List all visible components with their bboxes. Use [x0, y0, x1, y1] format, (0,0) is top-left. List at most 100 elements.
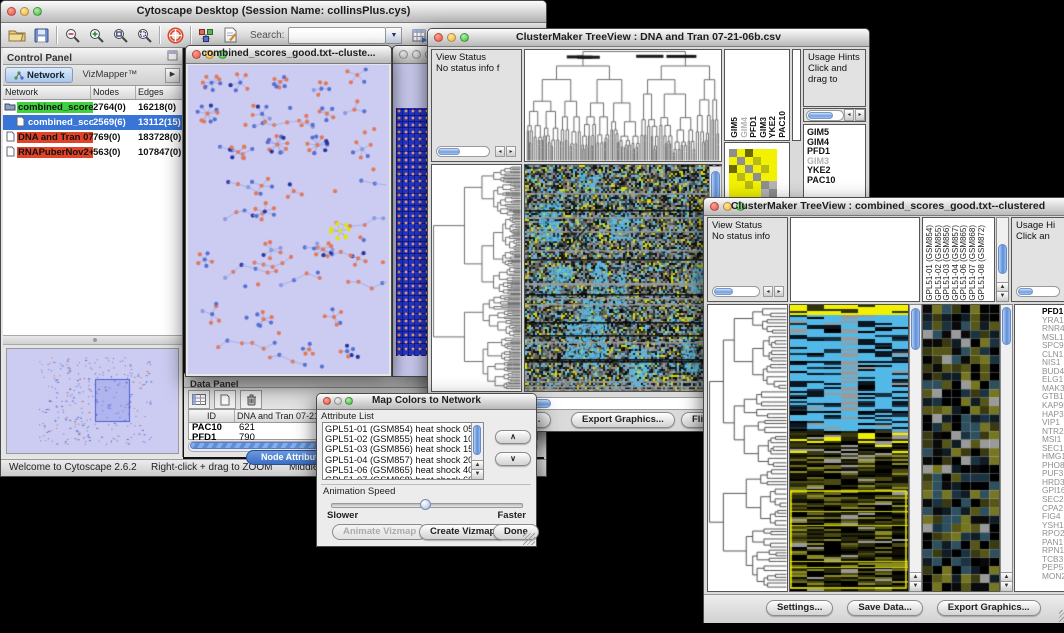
search-dropdown-button[interactable]: ▼	[386, 27, 402, 44]
column-header-nodes[interactable]: Nodes	[91, 86, 136, 99]
tv1-zoom-vscroll-track[interactable]	[792, 49, 801, 141]
network-icon	[3, 116, 27, 130]
tv2-column-dendrogram[interactable]	[790, 217, 920, 302]
animate-vizmap-button[interactable]: Animate Vizmap	[332, 524, 427, 540]
zoom-fit-button[interactable]	[108, 24, 132, 47]
annotation-icon	[223, 27, 238, 43]
tv2-labels-vscrollbar[interactable]: ▲ ▼	[996, 217, 1009, 302]
resize-grip[interactable]	[523, 533, 535, 545]
tv2-button-export-graphics-[interactable]: Export Graphics...	[937, 600, 1041, 616]
tv2-zoom-heatmap[interactable]	[922, 304, 1000, 592]
network-list: combined_scores2764(0)16218(0)combined_s…	[3, 100, 182, 160]
tv1-heatmap[interactable]	[524, 164, 722, 392]
attribute-list-item[interactable]: GPL51-02 (GSM855) heat shock 10 min	[323, 434, 471, 444]
create-attribute-button[interactable]	[214, 390, 236, 409]
network-list-empty-area	[3, 160, 182, 335]
vscroll-thumb[interactable]	[911, 308, 920, 350]
highlight-button[interactable]	[163, 24, 187, 47]
tv1-view-status-panel: View Status No status info f ◂ ▸	[431, 49, 522, 162]
tv1-column-label: GIM3	[758, 117, 768, 138]
tv1-button-export-graphics-[interactable]: Export Graphics...	[571, 412, 675, 428]
zoom-in-button[interactable]	[84, 24, 108, 47]
delete-attribute-button[interactable]	[240, 390, 262, 409]
treeview1-title-bar[interactable]: ClusterMaker TreeView : DNA and Tran 07-…	[428, 29, 869, 47]
zoom-selected-button[interactable]	[132, 24, 156, 47]
heatmap-cell	[745, 165, 753, 173]
vscroll-thumb[interactable]	[473, 425, 481, 455]
network-list-row[interactable]: combined_scores2764(0)16218(0)	[3, 100, 182, 115]
column-header-id: ID	[189, 410, 235, 422]
scroll-down-arrow[interactable]: ▼	[997, 291, 1008, 301]
tv1-column-label: PAC10	[777, 111, 787, 138]
slider-thumb[interactable]	[420, 499, 431, 510]
main-title-bar[interactable]: Cytoscape Desktop (Session Name: collins…	[1, 1, 546, 23]
tv1-zoom-heatmap[interactable]	[729, 149, 777, 197]
tv2-status-hscrollbar[interactable]	[712, 286, 760, 297]
heatmap-cell	[737, 165, 745, 173]
attribute-list-item[interactable]: GPL51-04 (GSM857) heat shock 20 min	[323, 455, 471, 465]
network-list-row[interactable]: combined_sco2569(6)13112(15)	[3, 115, 182, 130]
tab-overflow-button[interactable]: ▶	[165, 68, 180, 83]
scroll-down-arrow[interactable]: ▼	[472, 469, 483, 479]
scroll-right-arrow[interactable]: ▸	[774, 286, 784, 297]
resize-grip[interactable]	[1059, 610, 1064, 622]
tv2-row-dendrogram[interactable]	[707, 304, 788, 592]
heatmap-cell	[745, 149, 753, 157]
scroll-right-arrow[interactable]: ▸	[506, 146, 516, 157]
tv1-usage-hscrollbar[interactable]	[806, 110, 844, 121]
scroll-left-arrow[interactable]: ◂	[763, 286, 773, 297]
tab-network[interactable]: Network	[5, 67, 73, 83]
tv1-usage-title: Usage Hints	[804, 50, 865, 63]
open-file-button[interactable]	[5, 24, 29, 47]
scroll-down-arrow[interactable]: ▼	[910, 581, 921, 591]
move-up-button[interactable]: ∧	[495, 430, 531, 444]
attribute-list-item[interactable]: GPL51-01 (GSM854) heat shock 05 min	[323, 424, 471, 434]
annotation-button[interactable]	[218, 24, 242, 47]
attribute-list-item[interactable]: GPL51-07 (GSM868) heat shock 60 min	[323, 475, 471, 480]
tv2-button-settings-[interactable]: Settings...	[766, 600, 833, 616]
tv2-usage-hscrollbar[interactable]	[1016, 286, 1060, 297]
vizmapper-shortcut-button[interactable]	[194, 24, 218, 47]
attribute-select-button[interactable]	[188, 390, 210, 409]
dialog-title-bar[interactable]: Map Colors to Network	[317, 394, 536, 410]
network-title-bar[interactable]: combined_scores_good.txt--cluste...	[186, 46, 391, 64]
treeview2-title-bar[interactable]: ClusterMaker TreeView : combined_scores_…	[704, 198, 1064, 216]
trash-icon	[246, 394, 257, 406]
animation-speed-slider[interactable]	[331, 503, 523, 508]
tv1-row-dendrogram[interactable]	[431, 164, 522, 392]
column-header-edges[interactable]: Edges	[136, 86, 182, 99]
tv2-button-save-data-[interactable]: Save Data...	[847, 600, 922, 616]
heatmap-cell	[769, 173, 777, 181]
attribute-list-item[interactable]: GPL51-03 (GSM856) heat shock 15 min	[323, 444, 471, 454]
tv2-zoom-vscrollbar[interactable]: ▲ ▼	[1000, 304, 1013, 592]
scroll-right-arrow[interactable]: ▸	[855, 109, 865, 121]
tv2-heatmap[interactable]	[789, 304, 909, 592]
toolbar-separator	[159, 26, 160, 44]
float-panel-icon[interactable]	[167, 50, 178, 61]
zoom-out-button[interactable]	[60, 24, 84, 47]
network-list-row[interactable]: DNA and Tran 07769(0)183728(0)	[3, 130, 182, 145]
attribute-list-item[interactable]: GPL51-06 (GSM865) heat shock 40 min	[323, 465, 471, 475]
attribute-list[interactable]: GPL51-01 (GSM854) heat shock 05 minGPL51…	[322, 422, 484, 480]
tv1-column-dendrogram[interactable]	[524, 49, 722, 162]
heatmap-cell	[769, 165, 777, 173]
treeview2-window: ClusterMaker TreeView : combined_scores_…	[703, 197, 1064, 623]
move-down-button[interactable]: ∨	[495, 452, 531, 466]
tv2-heatmap-vscrollbar[interactable]: ▲ ▼	[909, 304, 922, 592]
network-canvas[interactable]	[188, 65, 389, 374]
scroll-down-arrow[interactable]: ▼	[1001, 581, 1012, 591]
network-list-row[interactable]: RNAPuberNov2+563(0)107847(0)	[3, 145, 182, 160]
attribute-list-vscrollbar[interactable]: ▲ ▼	[471, 423, 483, 479]
panel-splitter[interactable]	[3, 335, 182, 345]
vscroll-thumb[interactable]	[998, 244, 1007, 274]
heatmap-cell	[753, 173, 761, 181]
column-header-network[interactable]: Network	[3, 86, 91, 99]
vscroll-thumb[interactable]	[1002, 307, 1011, 345]
scroll-left-arrow[interactable]: ◂	[495, 146, 505, 157]
save-session-button[interactable]	[29, 24, 53, 47]
birdseye-overview[interactable]	[6, 348, 179, 454]
scroll-left-arrow[interactable]: ◂	[844, 109, 854, 121]
tv1-status-hscrollbar[interactable]	[436, 146, 490, 157]
search-input[interactable]	[288, 27, 386, 44]
tab-vizmapper[interactable]: VizMapper™	[73, 68, 146, 82]
